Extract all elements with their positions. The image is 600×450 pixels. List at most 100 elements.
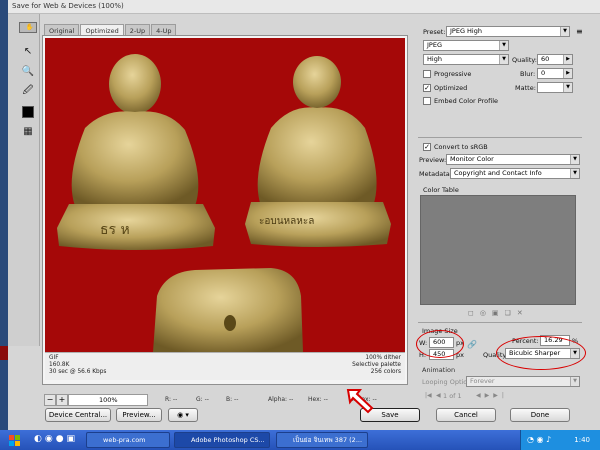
clock: 1:40 [574, 436, 590, 444]
prev-frame-icon[interactable]: ◀ [436, 392, 441, 399]
chevron-down-icon: ▼ [563, 83, 572, 92]
toggle-slices-icon[interactable]: ▦ [19, 122, 37, 140]
annotation-arrow-icon [346, 389, 374, 414]
quality-input[interactable]: 60 ▶ [537, 54, 573, 65]
tool-strip: ✋ ↖ 🔍 🖉 ▦ [8, 14, 40, 346]
info-format: GIF [49, 355, 59, 361]
tray-icons[interactable]: ◔ ◉ ♪ [527, 430, 551, 450]
background-swatch [0, 346, 8, 360]
preview-color-label: Preview: [419, 156, 447, 164]
color-table[interactable] [420, 195, 576, 305]
embed-profile-label: Embed Color Profile [434, 97, 499, 105]
looping-options-select[interactable]: Forever ▼ [466, 376, 580, 387]
amulet-base-image [153, 268, 303, 352]
convert-srgb-checkbox[interactable]: ✓ [423, 143, 431, 151]
new-color-icon: ❏ [504, 309, 517, 317]
title-bar: Save for Web & Devices (100%) [8, 0, 600, 14]
metadata-label: Metadata: [419, 170, 452, 178]
windows-logo-icon [9, 435, 20, 446]
matte-select[interactable]: ▼ [537, 82, 573, 93]
amulet-back-image: ะอบนหลหะล [245, 56, 391, 247]
hand-tool-icon[interactable]: ✋ [19, 22, 37, 33]
web-snap-icon: ◎ [479, 309, 492, 317]
window-title: Save for Web & Devices (100%) [12, 2, 124, 10]
constrain-proportions-icon[interactable]: 🔗 [467, 340, 477, 349]
quality-label: Quality: [512, 56, 537, 64]
zoom-in-button[interactable]: + [56, 394, 68, 406]
eyedropper-color-swatch[interactable] [22, 106, 34, 118]
image-preview[interactable]: ธร ห ะอบนหลหะล [45, 38, 405, 352]
chevron-down-icon: ▼ [499, 41, 508, 50]
zoom-value: 100% [99, 396, 118, 404]
alpha-readout: Alpha: -- [268, 396, 294, 403]
info-size: 160.8K [49, 362, 70, 368]
annotation-circle-quality [496, 336, 586, 370]
chevron-right-icon: ▶ [563, 55, 572, 64]
browser-select-button[interactable]: ◉ ▾ [168, 408, 198, 422]
blur-label: Blur: [520, 70, 536, 78]
eyedropper-tool-icon[interactable]: 🖉 [19, 82, 37, 100]
slice-select-tool-icon[interactable]: ↖ [19, 42, 37, 60]
delete-color-icon: ✕ [516, 309, 529, 317]
convert-srgb-label: Convert to sRGB [434, 143, 488, 151]
chevron-down-icon: ▼ [560, 27, 569, 36]
color-table-tools[interactable]: ◻◎▣❏✕ [468, 309, 529, 317]
blur-input[interactable]: 0 ▶ [537, 68, 573, 79]
divider [418, 137, 582, 138]
preview-button[interactable]: Preview... [116, 408, 162, 422]
info-time: 30 sec @ 56.6 Kbps [49, 369, 107, 375]
preset-label: Preset: [423, 28, 446, 36]
system-tray: ◔ ◉ ♪ 1:40 [520, 430, 600, 450]
info-colors: 256 colors [370, 369, 401, 375]
amulet-front-image: ธร ห [57, 54, 215, 250]
frame-counter: 1 of 1 [443, 392, 462, 400]
animation-label: Animation [422, 366, 456, 374]
chevron-right-icon: ▶ [563, 69, 572, 78]
b-readout: B: -- [226, 396, 239, 403]
r-readout: R: -- [165, 396, 178, 403]
zoom-tool-icon[interactable]: 🔍 [19, 62, 37, 80]
info-palette: Selective palette [352, 362, 401, 368]
chevron-down-icon: ▼ [499, 55, 508, 64]
cancel-button[interactable]: Cancel [436, 408, 496, 422]
lock-color-icon: ▣ [491, 309, 505, 317]
matte-label: Matte: [515, 84, 536, 92]
color-table-label: Color Table [423, 186, 459, 194]
chevron-down-icon: ▼ [570, 155, 579, 164]
optimization-info: GIF 160.8K 30 sec @ 56.6 Kbps 100% dithe… [45, 352, 405, 380]
done-button[interactable]: Done [510, 408, 570, 422]
browser-icon: ◉ ▾ [177, 411, 189, 419]
zoom-level-select[interactable]: 100% [68, 394, 148, 406]
progressive-checkbox[interactable] [423, 70, 431, 78]
progressive-label: Progressive [434, 70, 472, 78]
metadata-select[interactable]: Copyright and Contact Info ▼ [450, 168, 580, 179]
format-select[interactable]: JPEG ▼ [423, 40, 509, 51]
embed-profile-checkbox[interactable] [423, 97, 431, 105]
first-frame-icon[interactable]: |◀ [425, 392, 432, 399]
annotation-circle-size [416, 330, 464, 358]
divider [418, 322, 582, 323]
optimized-checkbox[interactable]: ✓ [423, 84, 431, 92]
preset-select[interactable]: JPEG High ▼ [446, 26, 570, 37]
amulet-photo: ธร ห ะอบนหลหะล [57, 54, 391, 352]
info-dither: 100% dither [365, 355, 401, 361]
zoom-out-button[interactable]: − [44, 394, 56, 406]
optimize-menu-icon[interactable]: ≡ [576, 27, 583, 36]
preview-color-select[interactable]: Monitor Color ▼ [446, 154, 580, 165]
taskbar-item-photoshop[interactable]: Adobe Photoshop CS... [174, 432, 270, 448]
chevron-down-icon: ▼ [570, 169, 579, 178]
chevron-down-icon: ▼ [570, 377, 579, 386]
g-readout: G: -- [196, 396, 209, 403]
optimized-label: Optimized [434, 84, 468, 92]
svg-text:ะอบนหลหะล: ะอบนหลหะล [259, 216, 314, 227]
taskbar-item-web-pra[interactable]: web-pra.com [86, 432, 170, 448]
device-central-button[interactable]: Device Central... [45, 408, 111, 422]
taskbar-item-image-file[interactable]: เป็นย่อ จินเทพ 387 (2... [276, 432, 368, 448]
frame-playback-icons[interactable]: ◀▶▶| [476, 392, 508, 399]
quick-launch-icons[interactable]: ◐◉●▣ [34, 434, 78, 444]
hex-readout: Hex: -- [308, 396, 328, 403]
start-button[interactable] [0, 430, 30, 450]
quality-level-select[interactable]: High ▼ [423, 54, 509, 65]
window-edge [0, 0, 8, 430]
map-color-icon: ◻ [468, 309, 480, 317]
